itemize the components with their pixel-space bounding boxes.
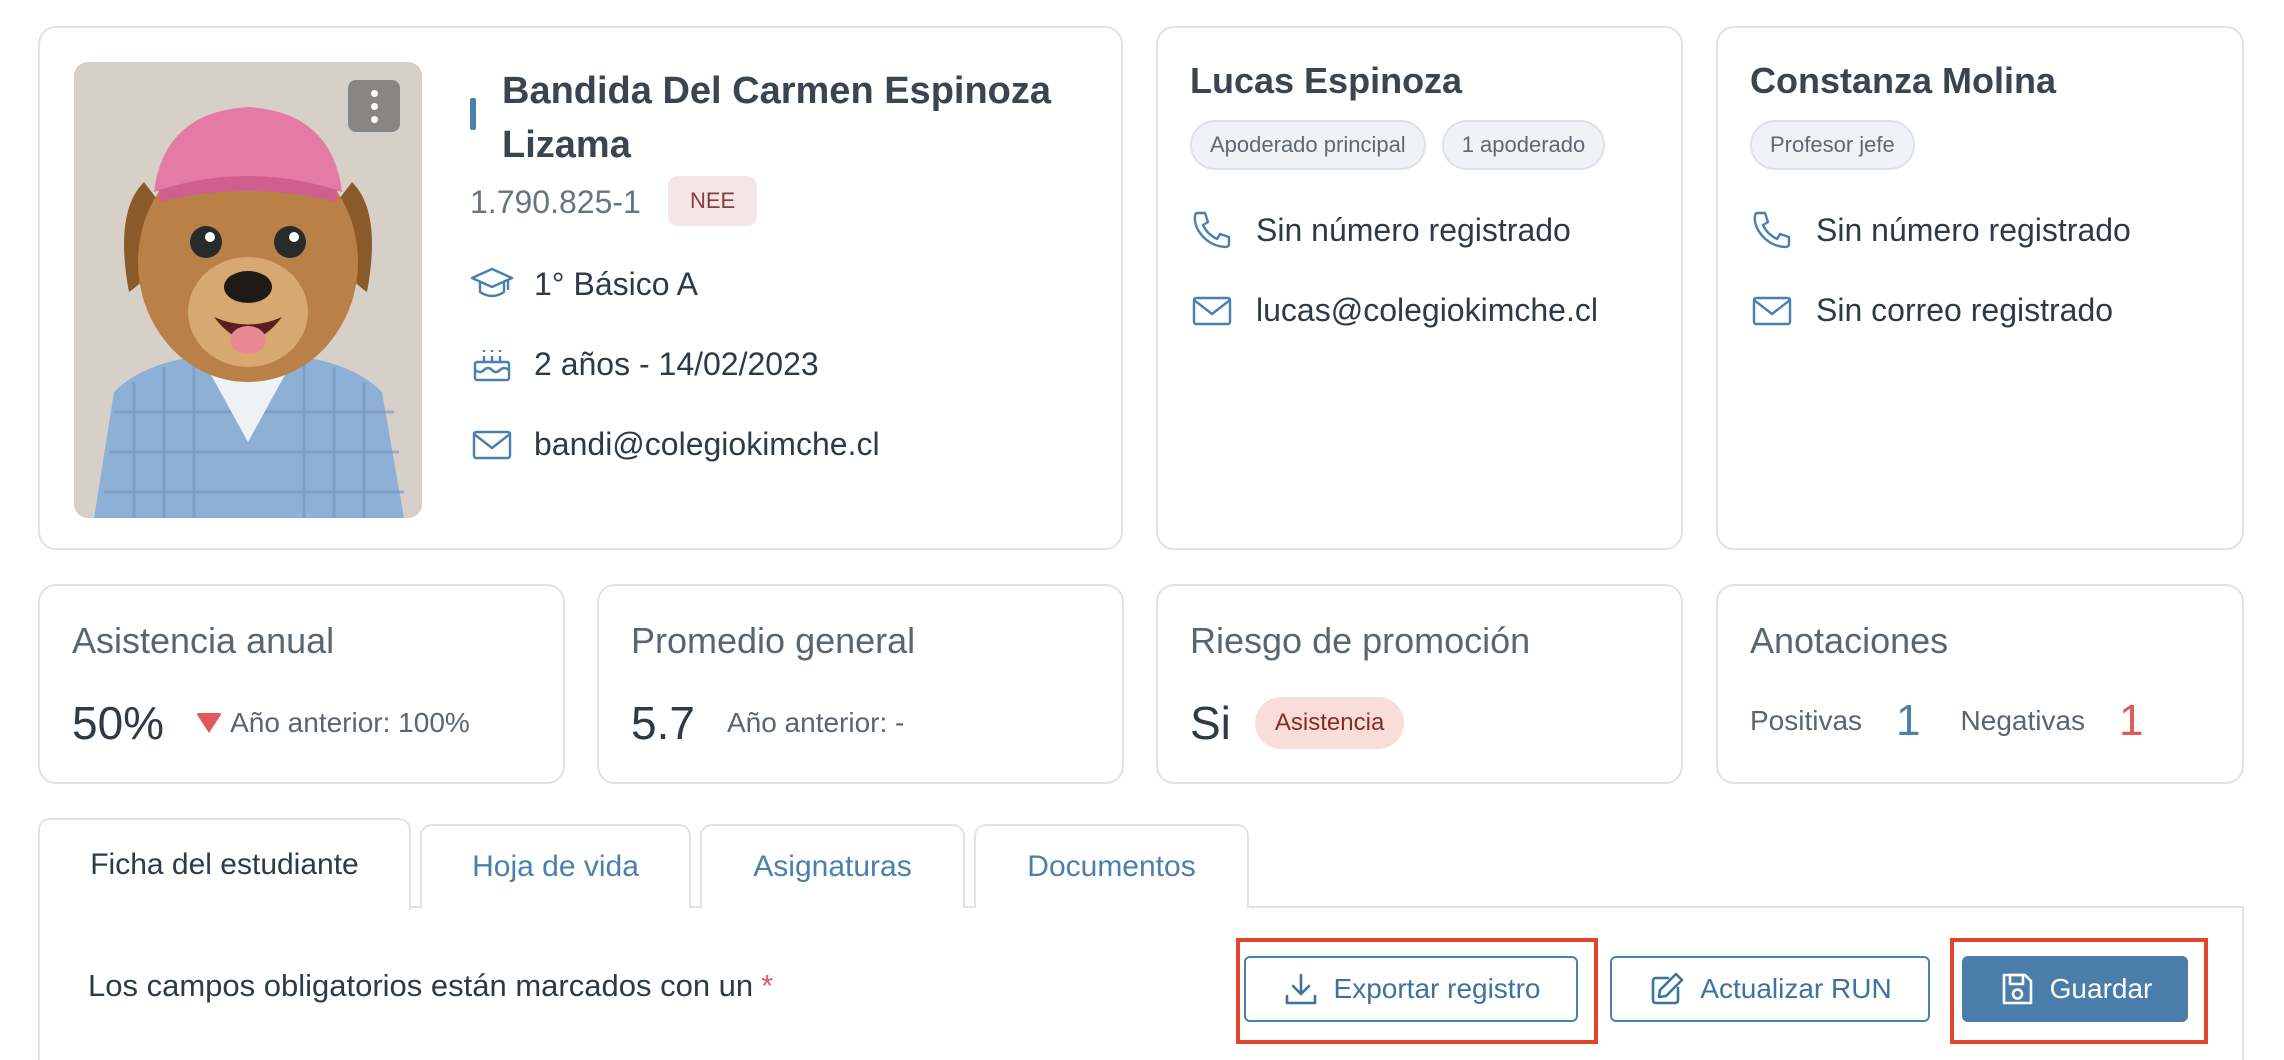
mail-icon xyxy=(1192,296,1232,326)
average-previous: Año anterior: - xyxy=(726,707,905,738)
tab-life-sheet[interactable]: Hoja de vida xyxy=(420,824,691,908)
guardian-phone-row: Sin número registrado xyxy=(1190,208,1571,252)
teacher-phone-row: Sin número registrado xyxy=(1750,208,2131,252)
attendance-title: Asistencia anual xyxy=(72,620,335,661)
promotion-risk-metric-card: Riesgo de promoción Si Asistencia xyxy=(1156,584,1683,784)
student-age-birthdate: 2 años - 14/02/2023 xyxy=(534,345,819,382)
mail-icon xyxy=(1752,296,1792,326)
export-record-button[interactable]: Exportar registro xyxy=(1244,956,1578,1022)
guardian-card: Lucas Espinoza Apoderado principal 1 apo… xyxy=(1156,26,1683,550)
trend-down-icon xyxy=(196,713,223,733)
teacher-card: Constanza Molina Profesor jefe Sin númer… xyxy=(1716,26,2244,550)
phone-icon xyxy=(1193,211,1231,249)
guardian-chips: Apoderado principal 1 apoderado xyxy=(1190,120,1606,170)
annotations-title: Anotaciones xyxy=(1750,620,1949,661)
teacher-name: Constanza Molina xyxy=(1750,60,2057,101)
guardian-name: Lucas Espinoza xyxy=(1190,60,1463,101)
tab-student-record[interactable]: Ficha del estudiante xyxy=(38,818,411,910)
phone-icon xyxy=(1753,211,1791,249)
teacher-role-chip: Profesor jefe xyxy=(1750,120,1915,170)
nee-badge: NEE xyxy=(668,176,758,226)
update-run-label: Actualizar RUN xyxy=(1700,973,1892,1004)
teacher-chips: Profesor jefe xyxy=(1750,120,1915,170)
positive-label: Positivas xyxy=(1750,705,1863,736)
tab-subjects[interactable]: Asignaturas xyxy=(700,824,965,908)
average-metric-card: Promedio general 5.7 Año anterior: - xyxy=(597,584,1124,784)
required-marker: * xyxy=(761,968,774,1003)
attendance-metric-card: Asistencia anual 50% Año anterior: 100% xyxy=(38,584,565,784)
student-age-row: 2 años - 14/02/2023 xyxy=(470,342,819,386)
student-name: Bandida Del Carmen Espinoza Lizama xyxy=(502,70,1052,166)
risk-title: Riesgo de promoción xyxy=(1190,620,1531,661)
student-email-row: bandi@colegiokimche.cl xyxy=(470,422,880,466)
teacher-email: Sin correo registrado xyxy=(1816,291,2114,328)
photo-options-kebab-icon[interactable] xyxy=(348,80,400,132)
negative-count: 1 xyxy=(2119,696,2144,745)
student-card: Bandida Del Carmen Espinoza Lizama 1.790… xyxy=(38,26,1123,550)
teacher-phone: Sin número registrado xyxy=(1816,211,2131,248)
save-label: Guardar xyxy=(2049,973,2153,1004)
student-run: 1.790.825-1 xyxy=(470,184,641,220)
student-email[interactable]: bandi@colegiokimche.cl xyxy=(534,426,880,463)
negative-label: Negativas xyxy=(1960,705,2086,736)
guardian-role-chip: Apoderado principal xyxy=(1190,120,1426,170)
student-course-row: 1° Básico A xyxy=(470,262,698,306)
mail-icon xyxy=(472,430,512,460)
update-run-button[interactable]: Actualizar RUN xyxy=(1610,956,1930,1022)
download-icon xyxy=(1285,973,1316,1005)
guardian-email[interactable]: lucas@colegiokimche.cl xyxy=(1256,292,1598,329)
save-button[interactable]: Guardar xyxy=(1962,956,2188,1022)
graduation-cap-icon xyxy=(470,267,514,298)
risk-reason-badge: Asistencia xyxy=(1254,697,1405,749)
edit-icon xyxy=(1651,972,1684,1005)
annotations-metric-card: Anotaciones Positivas 1 Negativas 1 xyxy=(1716,584,2244,784)
required-note-text: Los campos obligatorios están marcados c… xyxy=(88,968,754,1003)
average-value: 5.7 xyxy=(631,697,695,749)
tab-documents[interactable]: Documentos xyxy=(974,824,1249,908)
teacher-email-row: Sin correo registrado xyxy=(1750,288,2113,332)
export-record-label: Exportar registro xyxy=(1333,973,1541,1004)
attendance-previous: Año anterior: 100% xyxy=(230,707,470,738)
attendance-value: 50% xyxy=(72,697,165,749)
guardian-count-chip: 1 apoderado xyxy=(1441,120,1606,170)
positive-count: 1 xyxy=(1896,696,1921,745)
name-accent-bar xyxy=(470,98,476,130)
student-course: 1° Básico A xyxy=(534,265,698,302)
save-icon xyxy=(2002,973,2032,1005)
risk-value: Si xyxy=(1190,697,1231,749)
average-title: Promedio general xyxy=(631,620,916,661)
guardian-email-row: lucas@colegiokimche.cl xyxy=(1190,288,1598,332)
guardian-phone: Sin número registrado xyxy=(1256,211,1571,248)
cake-icon xyxy=(473,350,511,382)
required-fields-note: Los campos obligatorios están marcados c… xyxy=(88,968,773,1004)
